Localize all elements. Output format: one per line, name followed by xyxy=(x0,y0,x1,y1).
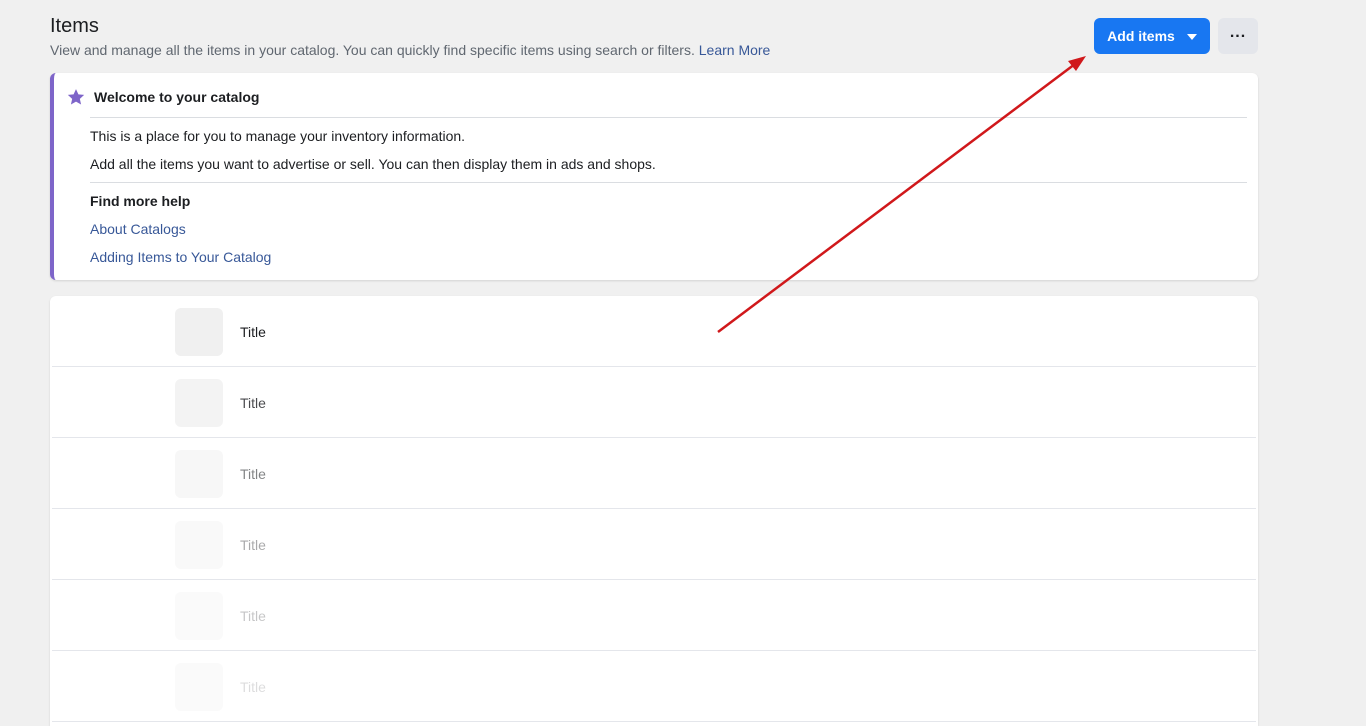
item-title: Title xyxy=(240,466,266,482)
list-item[interactable]: Title xyxy=(52,367,1256,438)
add-items-button[interactable]: Add items xyxy=(1094,18,1210,54)
more-options-button[interactable]: ... xyxy=(1218,18,1258,54)
page-title: Items xyxy=(50,15,99,37)
about-catalogs-link[interactable]: About Catalogs xyxy=(90,221,186,237)
item-title: Title xyxy=(240,679,266,695)
item-thumbnail xyxy=(175,308,223,356)
item-title: Title xyxy=(240,324,266,340)
page-header: Items View and manage all the items in y… xyxy=(50,14,1258,59)
item-title: Title xyxy=(240,608,266,624)
welcome-title: Welcome to your catalog xyxy=(94,89,260,105)
welcome-line-2: Add all the items you want to advertise … xyxy=(90,156,656,172)
item-title: Title xyxy=(240,537,266,553)
welcome-card: Welcome to your catalog This is a place … xyxy=(50,73,1258,280)
welcome-line-1: This is a place for you to manage your i… xyxy=(90,128,466,144)
more-icon: ... xyxy=(1229,24,1247,41)
learn-more-link[interactable]: Learn More xyxy=(699,42,771,58)
item-thumbnail xyxy=(175,450,223,498)
divider xyxy=(90,182,1247,183)
page-subtitle: View and manage all the items in your ca… xyxy=(50,41,1258,59)
list-item[interactable]: Title xyxy=(52,651,1256,722)
subtitle-text: View and manage all the items in your ca… xyxy=(50,42,695,58)
item-title: Title xyxy=(240,395,266,411)
item-thumbnail xyxy=(175,521,223,569)
items-list: Title Title Title Title Title Title xyxy=(50,296,1258,726)
item-thumbnail xyxy=(175,379,223,427)
list-item[interactable]: Title xyxy=(52,296,1256,367)
list-item[interactable]: Title xyxy=(52,580,1256,651)
adding-items-link[interactable]: Adding Items to Your Catalog xyxy=(90,249,271,265)
star-icon xyxy=(67,89,85,105)
list-item[interactable]: Title xyxy=(52,509,1256,580)
item-thumbnail xyxy=(175,663,223,711)
add-items-label: Add items xyxy=(1107,28,1175,44)
chevron-down-icon xyxy=(1186,34,1197,40)
welcome-header: Welcome to your catalog xyxy=(66,87,259,107)
find-more-help-heading: Find more help xyxy=(90,193,191,209)
list-item[interactable]: Title xyxy=(52,438,1256,509)
item-thumbnail xyxy=(175,592,223,640)
divider xyxy=(90,117,1247,118)
